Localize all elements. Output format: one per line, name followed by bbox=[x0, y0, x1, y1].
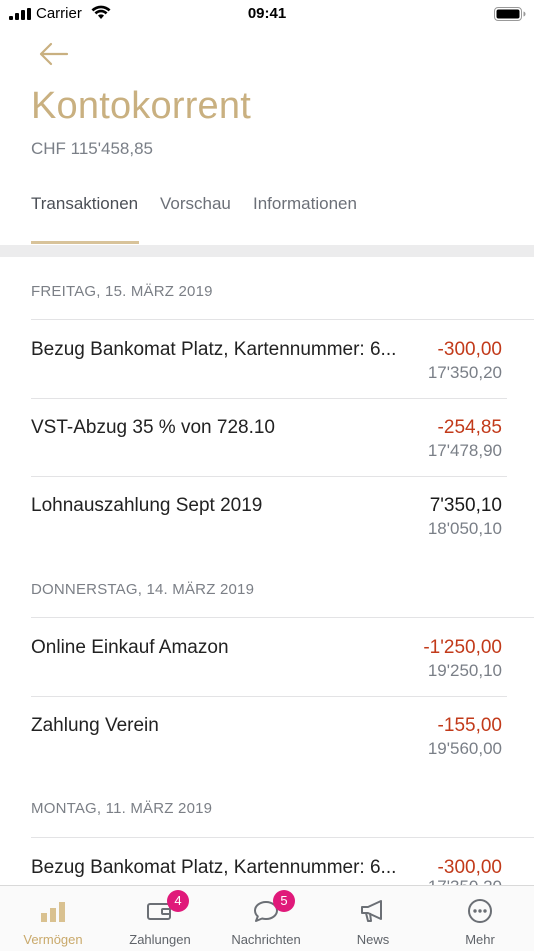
tab-vorschau[interactable]: Vorschau bbox=[160, 194, 231, 214]
tabbar-item-news[interactable]: News bbox=[320, 886, 426, 951]
tabbar-label: Nachrichten bbox=[231, 932, 301, 947]
transaction-description[interactable]: Bezug Bankomat Platz, Kartennummer: 6... bbox=[31, 339, 423, 361]
status-bar: Carrier 09:41 bbox=[0, 0, 534, 28]
tab-transaktionen[interactable]: Transaktionen bbox=[31, 194, 138, 214]
transaction-running-balance: 18'050,10 bbox=[427, 519, 502, 538]
transaction-running-balance: 17'350,20 bbox=[427, 363, 502, 382]
back-arrow-icon[interactable] bbox=[38, 40, 70, 68]
transaction-description[interactable]: Zahlung Verein bbox=[31, 715, 423, 737]
more-icon bbox=[468, 899, 492, 923]
section-date-header: FREITAG, 15. MÄRZ 2019 bbox=[31, 283, 213, 300]
divider bbox=[31, 476, 507, 477]
section-divider bbox=[0, 245, 534, 257]
transaction-amount: 7'350,10 bbox=[429, 495, 502, 516]
transaction-amount: -300,00 bbox=[437, 339, 502, 360]
transaction-running-balance: 19'250,10 bbox=[427, 661, 502, 680]
page-title: Kontokorrent bbox=[31, 85, 251, 127]
tabbar-item-vermoegen[interactable]: Vermögen bbox=[0, 886, 106, 951]
divider bbox=[31, 696, 507, 697]
tabbar-label: News bbox=[356, 932, 390, 947]
battery-icon bbox=[494, 7, 526, 21]
transaction-description[interactable]: VST-Abzug 35 % von 728.10 bbox=[31, 417, 423, 439]
active-tab-indicator bbox=[31, 241, 139, 244]
section-date-header: MONTAG, 11. MÄRZ 2019 bbox=[31, 800, 213, 817]
notification-badge: 4 bbox=[167, 890, 189, 912]
divider bbox=[31, 837, 534, 838]
transaction-running-balance: 17'350,20 bbox=[428, 877, 502, 885]
account-balance: CHF 115'458,85 bbox=[31, 139, 154, 158]
section-date-header: DONNERSTAG, 14. MÄRZ 2019 bbox=[31, 581, 255, 598]
transaction-amount: -300,00 bbox=[437, 857, 502, 878]
divider bbox=[31, 319, 534, 320]
bottom-tab-bar: Vermögen 4 Zahlungen 5 Nachrichten News … bbox=[0, 885, 534, 951]
transaction-running-balance: 19'560,00 bbox=[427, 739, 502, 758]
bar-chart-icon bbox=[41, 902, 65, 922]
clock: 09:41 bbox=[247, 5, 287, 22]
transaction-amount: -155,00 bbox=[437, 715, 502, 736]
tabbar-label: Mehr bbox=[465, 932, 495, 947]
transaction-amount: -1'250,00 bbox=[423, 637, 502, 658]
transaction-description[interactable]: Lohnauszahlung Sept 2019 bbox=[31, 495, 423, 517]
tab-informationen[interactable]: Informationen bbox=[253, 194, 357, 214]
divider bbox=[31, 398, 507, 399]
tabbar-label: Zahlungen bbox=[129, 932, 191, 947]
transaction-running-balance: 17'478,90 bbox=[427, 441, 502, 460]
megaphone-icon bbox=[361, 900, 382, 922]
tabbar-label: Vermögen bbox=[23, 932, 83, 947]
notification-badge: 5 bbox=[273, 890, 295, 912]
tabbar-item-mehr[interactable]: Mehr bbox=[427, 886, 533, 951]
divider bbox=[31, 617, 534, 618]
transaction-amount: -254,85 bbox=[437, 417, 502, 438]
tabbar-item-nachrichten[interactable]: 5 Nachrichten bbox=[213, 886, 319, 951]
transaction-description[interactable]: Bezug Bankomat Platz, Kartennummer: 6... bbox=[31, 857, 423, 879]
tabbar-item-zahlungen[interactable]: 4 Zahlungen bbox=[107, 886, 213, 951]
transaction-description[interactable]: Online Einkauf Amazon bbox=[31, 637, 423, 659]
